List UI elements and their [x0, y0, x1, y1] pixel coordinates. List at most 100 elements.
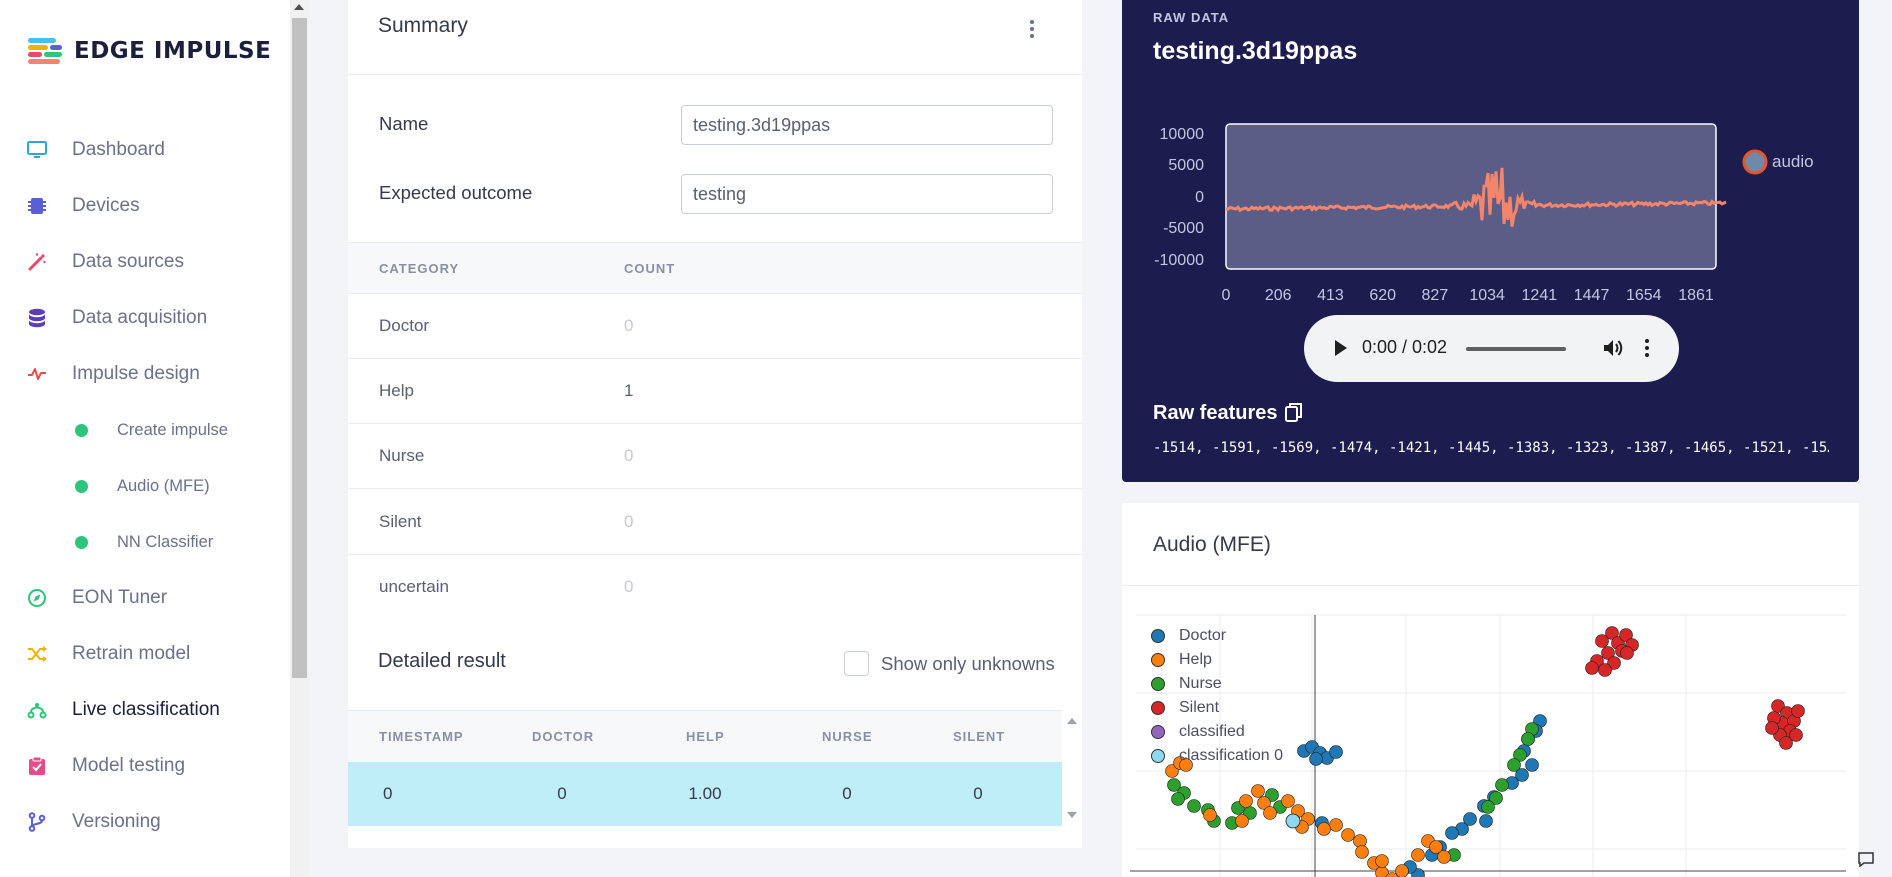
scrollbar-thumb[interactable] [292, 18, 307, 678]
sidebar-item-label: Devices [72, 195, 140, 216]
sidebar-scrollbar[interactable] [290, 0, 309, 877]
logo[interactable]: EDGE IMPULSE [28, 38, 271, 64]
sidebar: EDGE IMPULSE Dashboard Devices Data sour… [0, 0, 290, 877]
scatter-point [1171, 792, 1185, 806]
scatter-point [1495, 778, 1509, 792]
legend-label: Help [1179, 651, 1212, 668]
legend-swatch [1151, 653, 1165, 667]
legend-item[interactable]: Help [1151, 648, 1283, 672]
sidebar-item-label: NN Classifier [117, 532, 214, 551]
legend-swatch [1151, 701, 1165, 715]
legend-item[interactable]: classification 0 [1151, 744, 1283, 768]
sidebar-item-label: Impulse design [72, 363, 200, 384]
sidebar-item-live-classification[interactable]: Live classification [0, 690, 290, 730]
expected-outcome-label: Expected outcome [379, 182, 533, 203]
result-table-scrollbar[interactable] [1062, 710, 1082, 826]
scroll-down-arrow-icon[interactable] [1067, 812, 1077, 818]
scatter-point [1789, 728, 1803, 742]
sidebar-item-audio-mfe[interactable]: Audio (MFE) [0, 466, 290, 506]
show-only-unknowns-toggle[interactable]: Show only unknowns [844, 651, 1055, 676]
play-icon[interactable] [1335, 340, 1347, 356]
scatter-point [1329, 745, 1343, 759]
sidebar-item-label: EON Tuner [72, 587, 168, 608]
classified-point [1285, 813, 1301, 829]
player-menu-icon[interactable] [1644, 339, 1650, 357]
scatter-point [1791, 704, 1805, 718]
category-count: 0 [624, 446, 634, 465]
divider [348, 74, 1082, 75]
volume-icon[interactable] [1602, 337, 1624, 359]
legend-item[interactable]: Nurse [1151, 672, 1283, 696]
sidebar-item-dashboard[interactable]: Dashboard [0, 130, 290, 170]
x-tick-label: 620 [1369, 287, 1396, 304]
scatter-point [1395, 864, 1409, 877]
sidebar-item-eon-tuner[interactable]: EON Tuner [0, 578, 290, 618]
clipboard-check-icon [26, 755, 48, 777]
x-axis-ticks: 0 206 413 620 827 1034 1241 1447 1654 1861 [1222, 287, 1714, 304]
sidebar-item-devices[interactable]: Devices [0, 186, 290, 226]
sidebar-item-label: Retrain model [72, 643, 191, 664]
sidebar-item-create-impulse[interactable]: Create impulse [0, 410, 290, 450]
branch-icon [26, 811, 48, 833]
column-header-timestamp: TIMESTAMP [379, 729, 464, 744]
category-count: 0 [624, 512, 634, 531]
result-row[interactable]: 0 0 1.00 0 0 [348, 762, 1062, 826]
sidebar-item-label: Dashboard [72, 139, 165, 160]
category-count: 0 [624, 577, 634, 596]
legend-label: Doctor [1179, 627, 1227, 644]
y-tick-label: -10000 [1154, 252, 1204, 269]
sidebar-item-impulse-design[interactable]: Impulse design [0, 354, 290, 394]
expected-outcome-field[interactable]: testing [681, 174, 1053, 214]
legend-swatch [1151, 725, 1165, 739]
sidebar-item-nn-classifier[interactable]: NN Classifier [0, 522, 290, 562]
summary-title: Summary [378, 14, 468, 37]
sidebar-item-label: Data acquisition [72, 307, 208, 328]
scatter-point [1263, 806, 1277, 820]
detailed-result-title: Detailed result [378, 650, 506, 672]
legend-item[interactable]: Doctor [1151, 624, 1283, 648]
seek-slider[interactable] [1466, 347, 1566, 351]
x-tick-label: 413 [1317, 287, 1344, 304]
scatter-point [1239, 794, 1253, 808]
scroll-up-arrow-icon[interactable] [294, 4, 304, 10]
sidebar-item-label: Live classification [72, 699, 220, 720]
chat-icon[interactable] [1858, 852, 1874, 867]
table-row: Nurse 0 [348, 424, 1082, 489]
legend-item[interactable]: Silent [1151, 696, 1283, 720]
status-dot-icon [75, 535, 88, 549]
scatter-point [1445, 826, 1459, 840]
sidebar-item-versioning[interactable]: Versioning [0, 802, 290, 842]
x-tick-label: 0 [1222, 287, 1231, 304]
shuffle-icon [26, 643, 48, 665]
sidebar-item-model-testing[interactable]: Model testing [0, 746, 290, 786]
scatter-point [1479, 814, 1493, 828]
scatter-point [1525, 758, 1539, 772]
more-options-icon[interactable] [1029, 20, 1035, 38]
copy-icon[interactable] [1285, 402, 1303, 422]
status-dot-icon [75, 423, 88, 437]
x-tick-label: 827 [1422, 287, 1449, 304]
legend-label: Silent [1179, 699, 1220, 716]
x-tick-label: 1241 [1522, 287, 1558, 304]
result-silent: 0 [973, 784, 983, 803]
column-header-help: HELP [686, 729, 725, 744]
legend-label: Nurse [1179, 675, 1222, 692]
sidebar-item-data-acquisition[interactable]: Data acquisition [0, 298, 290, 338]
y-tick-label: 0 [1195, 189, 1204, 206]
sidebar-item-retrain-model[interactable]: Retrain model [0, 634, 290, 674]
scroll-up-arrow-icon[interactable] [1067, 718, 1077, 724]
scatter-point [1341, 828, 1355, 842]
y-axis-ticks: 10000 5000 0 -5000 -10000 [1154, 126, 1204, 269]
legend-item[interactable]: classified [1151, 720, 1283, 744]
scatter-point [1481, 800, 1495, 814]
result-timestamp: 0 [383, 784, 393, 803]
scatter-point [1281, 794, 1295, 808]
legend-label: classification 0 [1179, 747, 1284, 764]
audio-legend-swatch [1742, 149, 1768, 175]
sidebar-item-data-sources[interactable]: Data sources [0, 242, 290, 282]
name-field[interactable]: testing.3d19ppas [681, 105, 1053, 145]
show-only-unknowns-checkbox[interactable] [844, 651, 869, 676]
raw-data-panel: RAW DATA testing.3d19ppas 10000 5000 0 -500… [1122, 0, 1859, 482]
legend-swatch [1151, 677, 1165, 691]
legend-swatch [1151, 629, 1165, 643]
